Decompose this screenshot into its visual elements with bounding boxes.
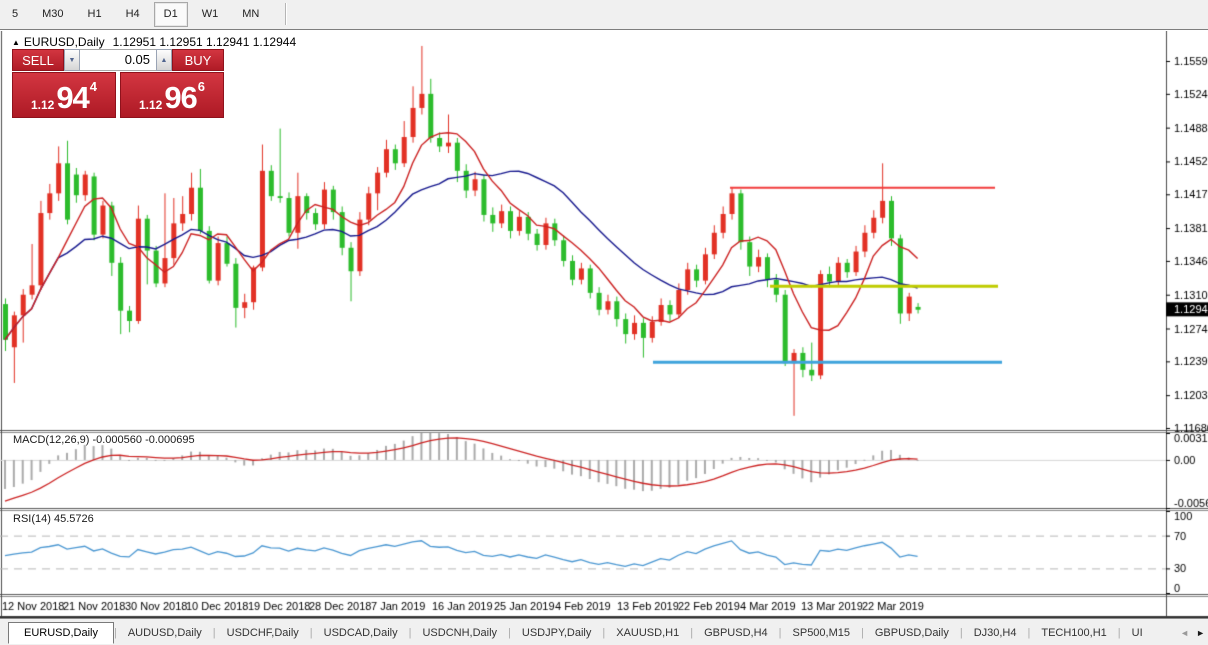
bid-price-prefix: 1.12 bbox=[31, 98, 54, 112]
quote-header: ▲ EURUSD,Daily 1.12951 1.12951 1.12941 1.1… bbox=[12, 35, 296, 49]
one-click-trade-panel: SELL ▼ 0.05 ▲ BUY 1.12 94 4 1.12 96 6 bbox=[12, 49, 224, 118]
toolbar-separator bbox=[285, 3, 287, 25]
timeframe-button-h4[interactable]: H4 bbox=[116, 2, 150, 27]
bid-price-box[interactable]: 1.12 94 4 bbox=[12, 72, 116, 118]
ask-price-box[interactable]: 1.12 96 6 bbox=[120, 72, 224, 118]
quote-symbol: EURUSD,Daily bbox=[24, 35, 105, 49]
symbol-tab-dj30-h4[interactable]: DJ30,H4 bbox=[963, 622, 1028, 644]
tab-scroll-left-icon[interactable]: ◄ bbox=[1180, 628, 1189, 638]
symbol-tab-gbpusd-h4[interactable]: GBPUSD,H4 bbox=[693, 622, 779, 644]
ask-price-prefix: 1.12 bbox=[139, 98, 162, 112]
symbol-tab-gbpusd-daily[interactable]: GBPUSD,Daily bbox=[864, 622, 960, 644]
symbol-marker-icon: ▲ bbox=[12, 38, 20, 47]
symbol-tab-usdcnh-daily[interactable]: USDCNH,Daily bbox=[411, 622, 508, 644]
spin-down-icon: ▼ bbox=[69, 57, 76, 64]
rsi-indicator-label: RSI(14) 45.5726 bbox=[13, 513, 94, 525]
macd-indicator-label: MACD(12,26,9) -0.000560 -0.000695 bbox=[13, 434, 195, 446]
symbol-tab-bar: EURUSD,Daily|AUDUSD,Daily|USDCHF,Daily|U… bbox=[0, 618, 1208, 645]
tab-scroll-right-icon[interactable]: ► bbox=[1196, 628, 1205, 638]
symbol-tab-eurusd-daily[interactable]: EURUSD,Daily bbox=[8, 622, 114, 644]
timeframe-button-d1[interactable]: D1 bbox=[154, 2, 188, 27]
lot-increase-button[interactable]: ▲ bbox=[156, 49, 172, 71]
buy-button[interactable]: BUY bbox=[172, 49, 224, 71]
ask-price-pip: 6 bbox=[198, 79, 205, 94]
timeframe-toolbar: 5M30H1H4D1W1MN bbox=[0, 0, 1208, 28]
symbol-tab-usdchf-daily[interactable]: USDCHF,Daily bbox=[216, 622, 310, 644]
sell-button[interactable]: SELL bbox=[12, 49, 64, 71]
trading-terminal: 5M30H1H4D1W1MN ▲ EURUSD,Daily 1.12951 1.12… bbox=[0, 0, 1208, 645]
quote-ohlc: 1.12951 1.12951 1.12941 1.12944 bbox=[113, 35, 297, 49]
spin-up-icon: ▲ bbox=[161, 57, 168, 64]
symbol-tab-audusd-daily[interactable]: AUDUSD,Daily bbox=[117, 622, 213, 644]
lot-size-input[interactable]: 0.05 bbox=[80, 49, 156, 71]
timeframe-button-mn[interactable]: MN bbox=[232, 2, 269, 27]
tab-scroll-controls: ◄ ► bbox=[1174, 619, 1205, 645]
timeframe-button-m30[interactable]: M30 bbox=[32, 2, 73, 27]
lot-decrease-button[interactable]: ▼ bbox=[64, 49, 80, 71]
symbol-tab-xauusd-h1[interactable]: XAUUSD,H1 bbox=[605, 622, 690, 644]
timeframe-button-w1[interactable]: W1 bbox=[192, 2, 229, 27]
bid-price-pip: 4 bbox=[90, 79, 97, 94]
timeframe-button-5[interactable]: 5 bbox=[2, 2, 28, 27]
chart-window: ▲ EURUSD,Daily 1.12951 1.12951 1.12941 1.1… bbox=[0, 29, 1208, 619]
symbol-tab-sp500-m15[interactable]: SP500,M15 bbox=[782, 622, 861, 644]
symbol-tab-ui[interactable]: UI bbox=[1121, 622, 1154, 644]
symbol-tab-tech100-h1[interactable]: TECH100,H1 bbox=[1030, 622, 1117, 644]
timeframe-button-h1[interactable]: H1 bbox=[78, 2, 112, 27]
ask-price-main: 96 bbox=[164, 84, 196, 112]
symbol-tab-usdcad-daily[interactable]: USDCAD,Daily bbox=[313, 622, 409, 644]
symbol-tab-usdjpy-daily[interactable]: USDJPY,Daily bbox=[511, 622, 603, 644]
price-chart-canvas[interactable] bbox=[0, 31, 1208, 619]
bid-price-main: 94 bbox=[56, 84, 88, 112]
